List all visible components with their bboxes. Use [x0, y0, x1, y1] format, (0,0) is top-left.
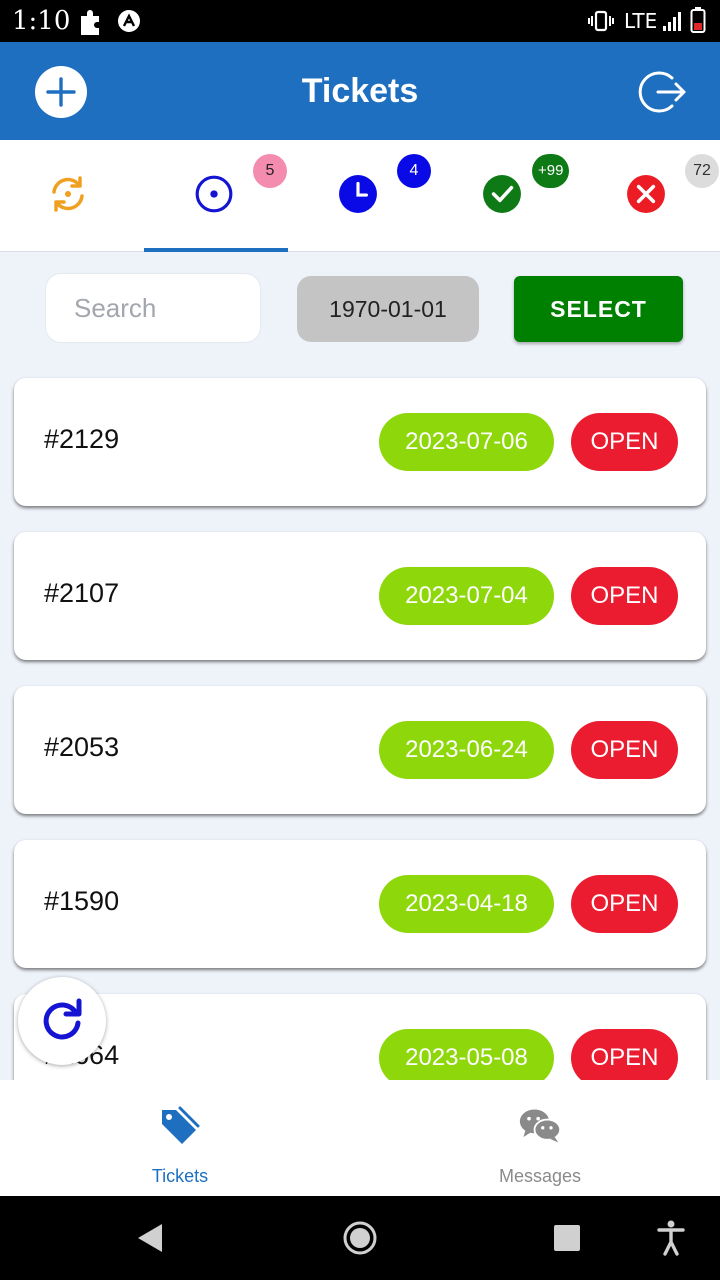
tab-indicator [144, 248, 288, 252]
search-input[interactable] [45, 273, 261, 343]
ticket-status-badge: OPEN [571, 567, 678, 625]
vibrate-icon [588, 9, 614, 38]
ticket-date-badge: 2023-05-08 [379, 1029, 554, 1080]
battery-low-icon [690, 6, 706, 39]
tab-pending[interactable]: 4 [288, 140, 432, 252]
clock-icon [339, 175, 377, 213]
nav-tickets[interactable]: Tickets [0, 1080, 360, 1196]
back-icon[interactable] [136, 1222, 166, 1254]
nav-messages[interactable]: Messages [360, 1080, 720, 1196]
tab-open[interactable]: 5 [144, 140, 288, 252]
ticket-id: #2053 [44, 732, 120, 762]
tab-pending-badge: 4 [397, 154, 431, 188]
ticket-date-badge: 2023-07-06 [379, 413, 554, 471]
nav-tickets-label: Tickets [151, 1166, 209, 1186]
ticket-id: #2129 [44, 424, 120, 454]
bottom-nav: Tickets Messages [0, 1080, 720, 1196]
radio-target-icon [195, 175, 233, 213]
ticket-status-badge: OPEN [571, 721, 678, 779]
ticket-card[interactable]: #1664 2023-05-08 OPEN [14, 994, 706, 1080]
x-icon [627, 175, 665, 213]
logout-icon [638, 71, 686, 113]
app-bar: Tickets [0, 42, 720, 140]
ticket-id: #2107 [44, 578, 120, 608]
tag-icon [162, 1106, 200, 1144]
chat-icon [519, 1109, 562, 1143]
signal-icon [662, 10, 682, 37]
ticket-status-badge: OPEN [571, 875, 678, 933]
status-time: 1:10 [12, 6, 71, 36]
date-filter[interactable]: 1970-01-01 [297, 276, 479, 342]
logout-button[interactable] [638, 66, 690, 118]
autofill-icon [117, 9, 141, 38]
recents-icon[interactable] [553, 1224, 581, 1252]
sync-icon [52, 176, 84, 212]
ticket-date-badge: 2023-07-04 [379, 567, 554, 625]
ticket-id: #1590 [44, 886, 120, 916]
tab-open-badge: 5 [253, 154, 287, 188]
ticket-status-badge: OPEN [571, 413, 678, 471]
refresh-icon [43, 998, 82, 1040]
ticket-status-badge: OPEN [571, 1029, 678, 1080]
ticket-card[interactable]: #2129 2023-07-06 OPEN [14, 378, 706, 506]
status-bar: 1:10 LTE [0, 0, 720, 42]
page-title: Tickets [301, 72, 419, 110]
ticket-list[interactable]: #2129 2023-07-06 OPEN #2107 2023-07-04 O… [0, 360, 720, 1080]
status-tabs: 5 4 +99 72 [0, 140, 720, 252]
ticket-card[interactable]: #2107 2023-07-04 OPEN [14, 532, 706, 660]
tab-closed-badge: +99 [532, 154, 570, 188]
tab-cancelled-badge: 72 [685, 154, 719, 188]
system-nav-bar [0, 1196, 720, 1280]
check-icon [483, 175, 521, 213]
nav-messages-label: Messages [498, 1166, 582, 1186]
tab-closed[interactable]: +99 [432, 140, 576, 252]
tab-cancelled[interactable]: 72 [576, 140, 720, 252]
network-type: LTE [624, 9, 658, 33]
accessibility-icon[interactable] [657, 1220, 685, 1256]
refresh-button[interactable] [18, 977, 106, 1065]
ticket-date-badge: 2023-06-24 [379, 721, 554, 779]
select-button[interactable]: SELECT [514, 276, 683, 342]
ticket-card[interactable]: #1590 2023-04-18 OPEN [14, 840, 706, 968]
ticket-date-badge: 2023-04-18 [379, 875, 554, 933]
tab-all[interactable] [0, 140, 144, 252]
ticket-card[interactable]: #2053 2023-06-24 OPEN [14, 686, 706, 814]
puzzle-icon [78, 8, 104, 41]
home-icon[interactable] [343, 1221, 377, 1255]
